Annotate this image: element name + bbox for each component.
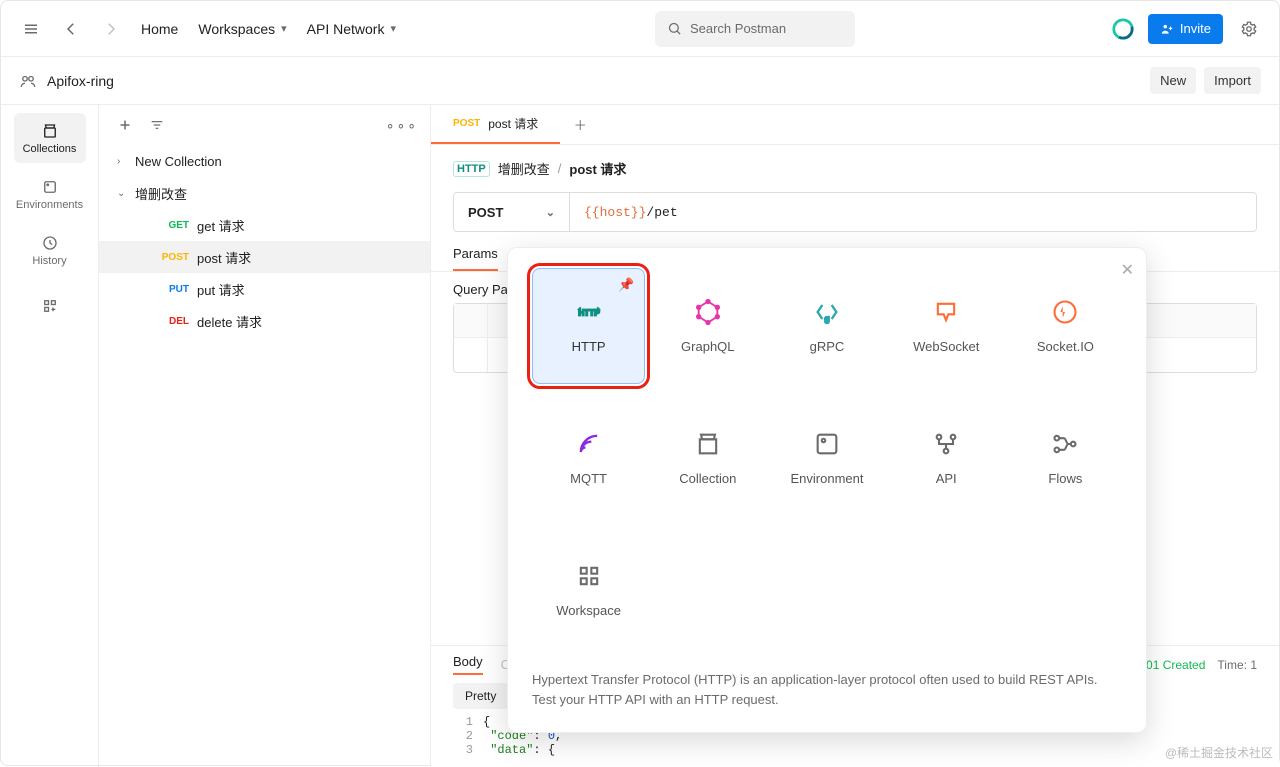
http-badge-icon: HTTP (453, 161, 490, 177)
method-dropdown[interactable]: POST⌄ (454, 193, 570, 231)
grpc-icon: g (813, 298, 841, 329)
websocket-icon (932, 298, 960, 329)
workspace-header: Apifox-ring New Import (1, 57, 1279, 105)
card-websocket[interactable]: WebSocket (890, 268, 1003, 384)
tree-request[interactable]: DELdelete 请求 (99, 305, 430, 337)
environment-icon (813, 430, 841, 461)
people-icon (19, 72, 37, 90)
card-environment[interactable]: Environment (770, 400, 883, 516)
nav-home[interactable]: Home (137, 15, 182, 43)
svg-text:HTTP: HTTP (578, 309, 600, 318)
popover-description: Hypertext Transfer Protocol (HTTP) is an… (532, 670, 1122, 710)
api-icon (932, 430, 960, 461)
card-mqtt[interactable]: MQTT (532, 400, 645, 516)
flows-icon (1051, 430, 1079, 461)
back-icon[interactable] (57, 15, 85, 43)
crumb-current: post 请求 (569, 159, 626, 178)
tree-request[interactable]: POSTpost 请求 (99, 241, 430, 273)
workspace-name[interactable]: Apifox-ring (47, 73, 114, 89)
topbar: Home Workspaces▾ API Network▾ Search Pos… (1, 1, 1279, 57)
card-grpc[interactable]: ggRPC (770, 268, 883, 384)
nav-workspaces[interactable]: Workspaces▾ (194, 15, 290, 43)
nav-api-network[interactable]: API Network▾ (303, 15, 400, 43)
tree-collection[interactable]: ›New Collection (99, 145, 430, 177)
card-workspace[interactable]: Workspace (532, 532, 645, 648)
add-icon[interactable] (111, 111, 139, 139)
card-graphql[interactable]: GraphQL (651, 268, 764, 384)
sidebar: ∘∘∘ ›New Collection ⌄增删改查 GETget 请求POSTp… (99, 105, 431, 767)
menu-icon[interactable] (17, 15, 45, 43)
card-api[interactable]: API (890, 400, 1003, 516)
rail-history[interactable]: History (14, 225, 86, 275)
time-label: Time: 1 (1217, 658, 1257, 672)
pin-icon: 📌 (618, 277, 634, 293)
mqtt-icon (575, 430, 603, 461)
card-socketio[interactable]: Socket.IO (1009, 268, 1122, 384)
watermark: @稀土掘金技术社区 (1165, 744, 1273, 761)
rail-more[interactable] (14, 281, 86, 331)
card-flows[interactable]: Flows (1009, 400, 1122, 516)
collection-icon (694, 430, 722, 461)
rail-collections[interactable]: Collections (14, 113, 86, 163)
subtab-params[interactable]: Params (453, 246, 498, 271)
new-button[interactable]: New (1150, 67, 1196, 94)
tab-active[interactable]: POST post 请求 (431, 105, 560, 144)
svg-text:g: g (825, 314, 830, 323)
new-request-popover: ✕ 📌HTTPHTTPGraphQLggRPCWebSocketSocket.I… (507, 247, 1147, 733)
url-input[interactable]: {{host}}/pet (570, 205, 1256, 220)
forward-icon[interactable] (97, 15, 125, 43)
breadcrumb: HTTP 增删改查 / post 请求 (431, 145, 1279, 188)
left-rail: Collections Environments History (1, 105, 99, 767)
socketio-icon (1051, 298, 1079, 329)
resp-tab-body[interactable]: Body (453, 654, 483, 675)
invite-button[interactable]: Invite (1148, 14, 1223, 44)
request-tabs: POST post 请求 ＋ (431, 105, 1279, 145)
graphql-icon (694, 298, 722, 329)
import-button[interactable]: Import (1204, 67, 1261, 94)
close-icon[interactable]: ✕ (1121, 260, 1134, 280)
more-icon[interactable]: ∘∘∘ (386, 111, 418, 139)
tree-request[interactable]: PUTput 请求 (99, 273, 430, 305)
tree-folder[interactable]: ⌄增删改查 (99, 177, 430, 209)
card-collection[interactable]: Collection (651, 400, 764, 516)
request-url-bar: POST⌄ {{host}}/pet (453, 192, 1257, 232)
settings-icon[interactable] (1235, 15, 1263, 43)
workspace-icon (575, 562, 603, 593)
rail-environments[interactable]: Environments (14, 169, 86, 219)
avatar[interactable] (1110, 16, 1136, 42)
http-icon: HTTP (575, 298, 603, 329)
search-input[interactable]: Search Postman (655, 11, 855, 47)
filter-icon[interactable] (149, 117, 165, 133)
card-http[interactable]: 📌HTTPHTTP (532, 268, 645, 384)
tree-request[interactable]: GETget 请求 (99, 209, 430, 241)
crumb-folder[interactable]: 增删改查 (498, 159, 550, 178)
pretty-toggle[interactable]: Pretty (453, 683, 508, 709)
status-badge: 201 Created (1139, 658, 1205, 672)
tab-add[interactable]: ＋ (560, 105, 600, 144)
